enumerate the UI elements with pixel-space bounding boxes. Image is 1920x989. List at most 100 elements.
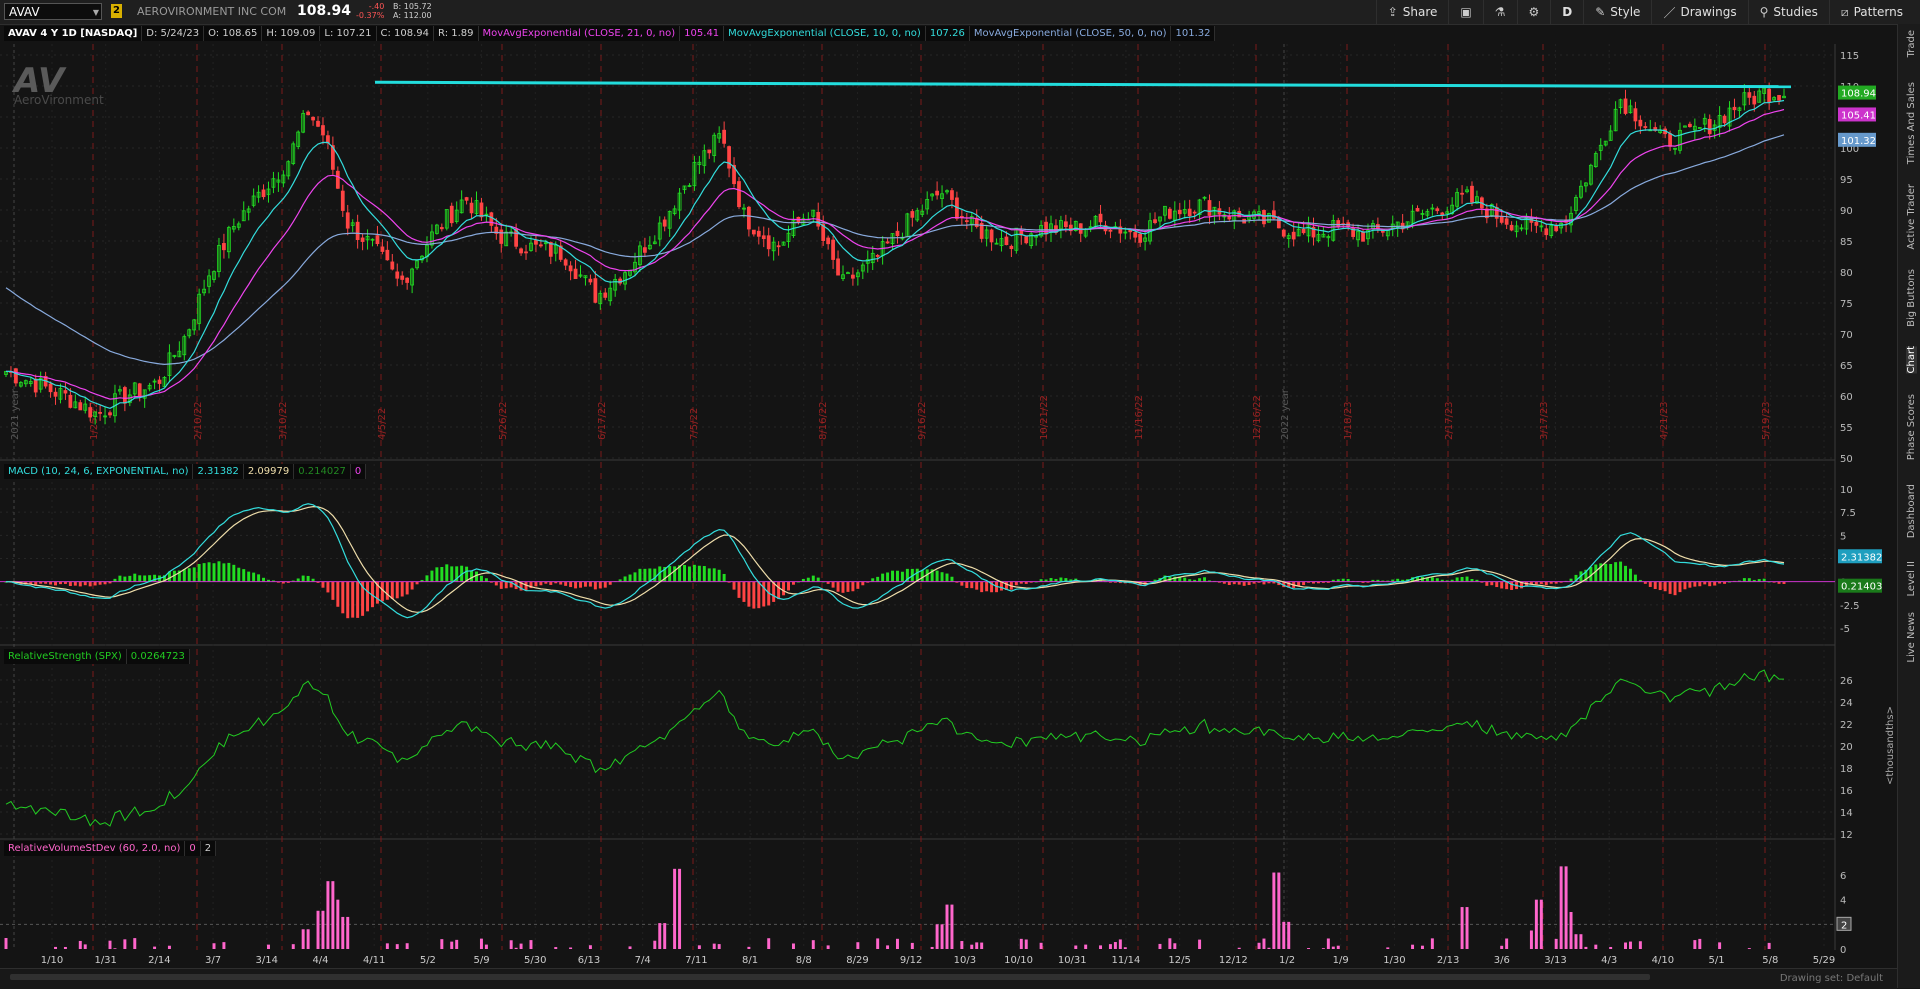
link-badge[interactable]: 2 xyxy=(111,4,122,18)
macd-histogram-bar xyxy=(470,570,474,582)
drawings-button[interactable]: ／ Drawings xyxy=(1651,0,1747,24)
rs-label[interactable]: RelativeStrength (SPX) xyxy=(4,649,127,664)
studies-button[interactable]: ⚲ Studies xyxy=(1747,0,1829,24)
relative-volume-bar xyxy=(945,904,949,949)
relative-volume-bar xyxy=(767,938,771,949)
macd-histogram-bar xyxy=(138,575,142,582)
x-tick-label: 1/31 xyxy=(94,955,116,966)
macd-histogram-bar xyxy=(777,581,781,600)
macd-histogram-bar xyxy=(133,573,137,582)
drawing-set-label[interactable]: Drawing set: Default xyxy=(1780,973,1883,984)
aggregation-button[interactable]: D xyxy=(1550,0,1583,24)
macd-histogram-bar xyxy=(479,575,483,582)
rv-label[interactable]: RelativeVolumeStDev (60, 2.0, no) xyxy=(4,841,186,856)
x-tick-label: 10/31 xyxy=(1058,955,1087,966)
event-marker-label: 7/5/22 xyxy=(689,408,700,440)
relative-volume-bar xyxy=(1099,945,1103,949)
settings-button[interactable]: ⚙ xyxy=(1516,0,1551,24)
relative-volume-bar xyxy=(1262,938,1266,949)
bottom-scrollbar[interactable]: Drawing set: Default xyxy=(0,968,1897,989)
chevron-down-icon[interactable]: ▼ xyxy=(93,4,99,21)
relative-volume-bar xyxy=(1747,948,1751,949)
macd-histogram-bar xyxy=(653,568,657,582)
candle-body xyxy=(1336,220,1341,228)
chart-canvas[interactable]: 1/2 5/2 2 2/10/22 3/10/22 4/5/22 5/26/22 6/17/2… xyxy=(0,24,1897,979)
candle-body xyxy=(395,271,400,279)
candle-body xyxy=(1752,95,1757,105)
tab-level-ii[interactable]: Level II xyxy=(1906,561,1917,596)
style-button[interactable]: ✎ Style xyxy=(1583,0,1651,24)
tab-big-buttons[interactable]: Big Buttons xyxy=(1906,269,1917,327)
event-marker-label: 3/10/22 xyxy=(278,401,289,440)
macd-histogram-bar xyxy=(1500,581,1504,589)
relative-volume-bar xyxy=(1430,938,1434,949)
relative-volume-bar xyxy=(747,946,751,949)
x-tick-label: 3/6 xyxy=(1494,955,1510,966)
macd-histogram-bar xyxy=(68,581,72,587)
macd-histogram-bar xyxy=(83,581,87,586)
macd-label[interactable]: MACD (10, 24, 6, EXPONENTIAL, no) xyxy=(4,464,194,479)
relative-volume-bar xyxy=(658,923,662,949)
candle-body xyxy=(33,378,38,393)
flask-icon: ⚗ xyxy=(1494,5,1506,19)
macd-histogram-bar xyxy=(876,576,880,582)
bar-close: C: 108.94 xyxy=(376,26,435,41)
symbol-input[interactable]: AVAV ▼ xyxy=(4,3,102,20)
tab-chart[interactable]: Chart xyxy=(1906,346,1917,374)
tab-dashboard[interactable]: Dashboard xyxy=(1906,484,1917,538)
candle-body xyxy=(1138,233,1143,243)
relative-volume-bar xyxy=(108,940,112,949)
relative-volume-bar xyxy=(980,942,984,949)
relative-volume-bar xyxy=(876,938,880,949)
macd-histogram-bar xyxy=(895,570,899,582)
candle-body xyxy=(563,259,568,266)
relative-volume-bar xyxy=(678,868,682,949)
macd-pane-bg xyxy=(0,480,1835,645)
macd-histogram-bar xyxy=(1014,581,1018,586)
x-tick-label: 1/10 xyxy=(41,955,63,966)
year-label: 2021 year xyxy=(10,388,21,440)
relative-volume-bar xyxy=(222,942,226,949)
rv-value-2: 2 xyxy=(200,841,217,856)
snapshot-button[interactable]: ▣ xyxy=(1448,0,1482,24)
relative-volume-bar xyxy=(1554,938,1558,949)
price-tick-label: 85 xyxy=(1840,237,1853,248)
relative-volume-bar xyxy=(1574,934,1578,949)
ema21-label[interactable]: MovAvgExponential (CLOSE, 21, 0, no) xyxy=(478,26,681,41)
macd-histogram-bar xyxy=(539,581,543,586)
share-button[interactable]: ⇪ Share xyxy=(1375,0,1449,24)
x-tick-label: 1/9 xyxy=(1333,955,1349,966)
chart-area[interactable]: 1/2 5/2 2 2/10/22 3/10/22 4/5/22 5/26/22 6/17/2… xyxy=(0,24,1897,979)
event-marker-label: 5/26/22 xyxy=(498,401,509,440)
relative-volume-bar xyxy=(153,946,157,949)
macd-histogram-bar xyxy=(494,581,498,586)
tab-times-and-sales[interactable]: Times And Sales xyxy=(1906,82,1917,164)
ema10-label[interactable]: MovAvgExponential (CLOSE, 10, 0, no) xyxy=(724,26,926,41)
bar-range: R: 1.89 xyxy=(434,26,479,41)
candle-body xyxy=(1435,208,1440,212)
macd-histogram-bar xyxy=(787,581,790,591)
candle-body xyxy=(534,240,538,245)
candle-body xyxy=(826,237,831,245)
tab-active-trader[interactable]: Active Trader xyxy=(1906,184,1917,250)
relative-volume-bar xyxy=(569,947,573,949)
macd-histogram-bar xyxy=(1648,581,1652,587)
relative-volume-bar xyxy=(1084,944,1088,949)
macd-histogram-bar xyxy=(1183,577,1187,582)
macd-histogram-bar xyxy=(965,581,969,588)
tab-trade[interactable]: Trade xyxy=(1906,30,1917,57)
rs-tick-label: 22 xyxy=(1840,720,1853,731)
tab-live-news[interactable]: Live News xyxy=(1906,612,1917,663)
macd-histogram-bar xyxy=(1609,564,1613,582)
flask-button[interactable]: ⚗ xyxy=(1482,0,1517,24)
macd-histogram-bar xyxy=(1490,581,1494,586)
patterns-button[interactable]: ⧄ Patterns xyxy=(1828,0,1914,24)
ema50-label[interactable]: MovAvgExponential (CLOSE, 50, 0, no) xyxy=(969,26,1172,41)
event-marker-label: 4/21/23 xyxy=(1659,401,1670,440)
tab-phase-scores[interactable]: Phase Scores xyxy=(1906,394,1917,460)
macd-histogram-bar xyxy=(257,574,261,582)
rv-tick-label: 4 xyxy=(1840,896,1846,907)
macd-histogram-bar xyxy=(227,562,231,582)
scroll-thumb[interactable] xyxy=(10,974,1650,980)
price-badge-text: 101.32 xyxy=(1841,136,1876,147)
